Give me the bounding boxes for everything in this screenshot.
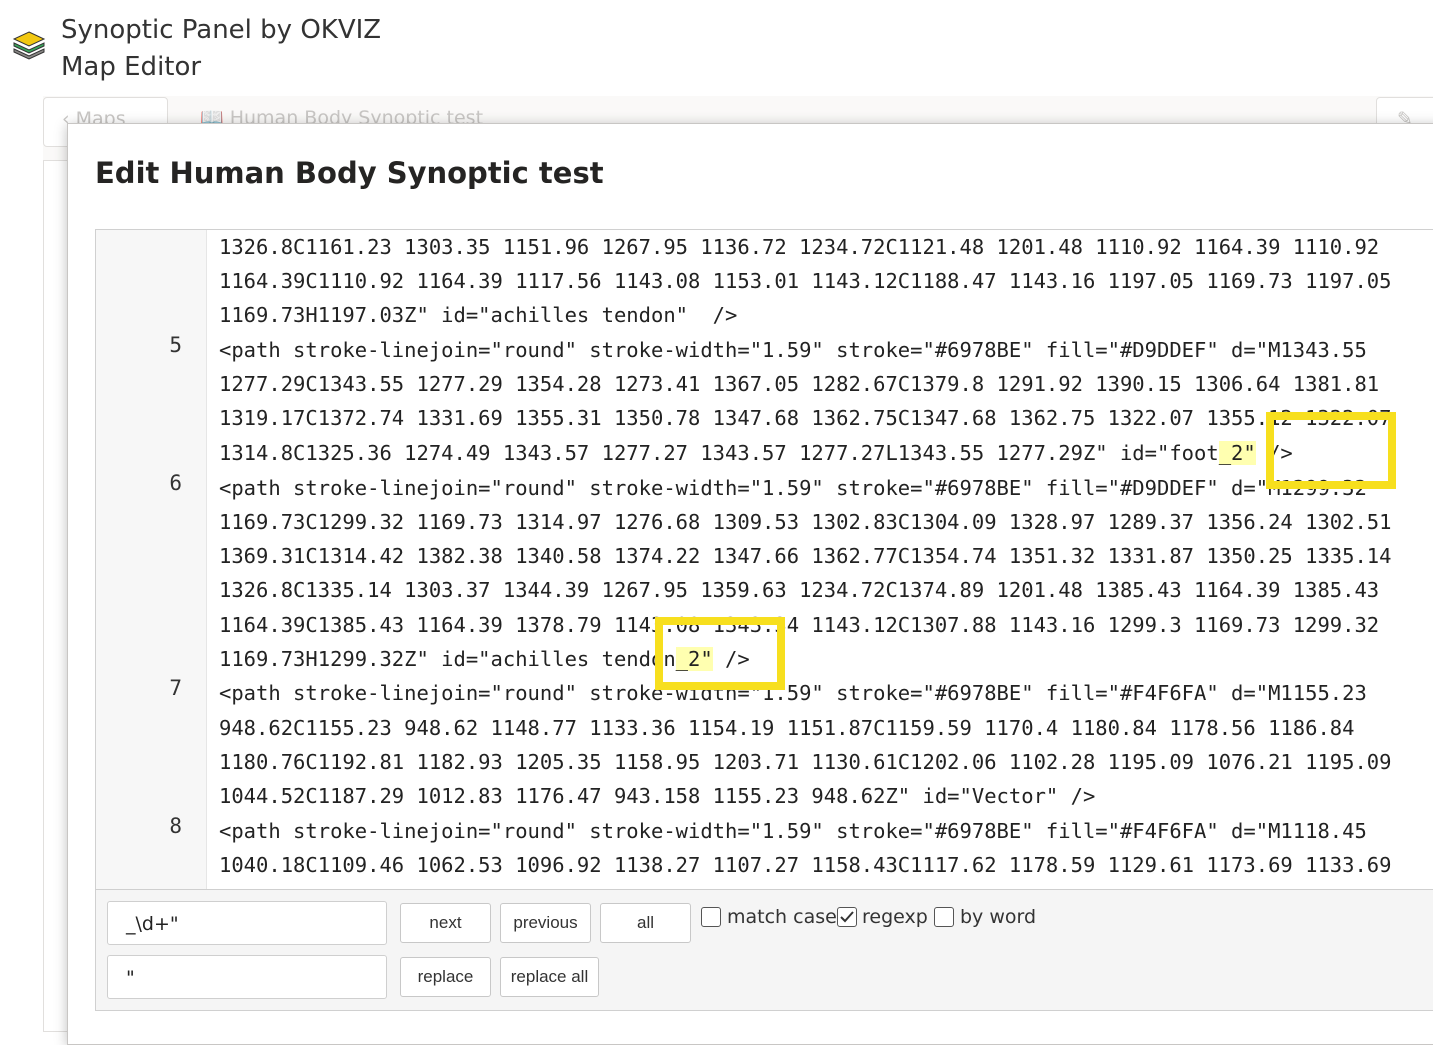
- app-title: Synoptic Panel by OKVIZ Map Editor: [61, 12, 381, 86]
- replace-button[interactable]: replace: [400, 957, 491, 997]
- regexp-checkbox[interactable]: [837, 907, 857, 927]
- code-line: 1169.73H1197.03Z" id="achilles tendon" /…: [219, 303, 738, 327]
- code-line: 1180.76C1192.81 1182.93 1205.35 1158.95 …: [219, 750, 1392, 774]
- code-line: <path stroke-linejoin="round" stroke-wid…: [219, 476, 1367, 500]
- code-line: 1277.29C1343.55 1277.29 1354.28 1273.41 …: [219, 372, 1380, 396]
- find-replace-bar: _\d+" next previous all match case regex…: [95, 889, 1433, 1011]
- code-line: 1044.52C1187.29 1012.83 1176.47 943.158 …: [219, 784, 1096, 808]
- line-number: 6: [169, 471, 182, 495]
- code-line: 1326.8C1161.23 1303.35 1151.96 1267.95 1…: [219, 235, 1380, 259]
- line-number-gutter: 5 6 7 8: [96, 230, 207, 890]
- line-number: 5: [169, 333, 182, 357]
- code-line: 948.62C1155.23 948.62 1148.77 1133.36 11…: [219, 716, 1355, 740]
- left-panel: [43, 160, 69, 1032]
- code-line: 1314.8C1325.36 1274.49 1343.57 1277.27 1…: [219, 436, 1293, 470]
- code-line: <path stroke-linejoin="round" stroke-wid…: [219, 681, 1367, 705]
- by-word-label: by word: [960, 906, 1037, 928]
- code-line: 1164.39C1385.43 1164.39 1378.79 1143.08 …: [219, 613, 1380, 637]
- highlight-box: [1266, 412, 1396, 489]
- checkmark-icon: [840, 911, 854, 923]
- code-text: 1169.73H1299.32Z" id="achilles tendon: [219, 647, 676, 671]
- next-button[interactable]: next: [400, 903, 491, 943]
- edit-map-modal: Edit Human Body Synoptic test 5 6 7 8 13…: [67, 123, 1433, 1045]
- all-button[interactable]: all: [600, 903, 691, 943]
- replace-all-button[interactable]: replace all: [500, 957, 599, 997]
- code-line: 1164.39C1110.92 1164.39 1117.56 1143.08 …: [219, 269, 1392, 293]
- replace-input[interactable]: ": [107, 955, 387, 999]
- layers-logo-icon: [12, 31, 46, 60]
- code-line: 1369.31C1314.42 1382.38 1340.58 1374.22 …: [219, 544, 1392, 568]
- modal-title: Edit Human Body Synoptic test: [95, 156, 604, 190]
- code-line: 1040.18C1109.46 1062.53 1096.92 1138.27 …: [219, 853, 1392, 877]
- match-case-label: match case: [727, 906, 837, 928]
- app-title-line2: Map Editor: [61, 52, 202, 82]
- line-number: 7: [169, 676, 182, 700]
- search-match: _2": [1218, 441, 1256, 465]
- match-case-checkbox[interactable]: [701, 907, 721, 927]
- search-input[interactable]: _\d+": [107, 901, 387, 945]
- highlight-box: [655, 617, 785, 690]
- line-number: 8: [169, 814, 182, 838]
- previous-button[interactable]: previous: [500, 903, 591, 943]
- code-line: 1326.8C1335.14 1303.37 1344.39 1267.95 1…: [219, 578, 1380, 602]
- app-header: Synoptic Panel by OKVIZ Map Editor: [0, 0, 1433, 100]
- code-line: <path stroke-linejoin="round" stroke-wid…: [219, 338, 1367, 362]
- code-line: <path stroke-linejoin="round" stroke-wid…: [219, 819, 1367, 843]
- code-text: 1314.8C1325.36 1274.49 1343.57 1277.27 1…: [219, 441, 1219, 465]
- regexp-label: regexp: [862, 906, 928, 928]
- code-editor[interactable]: 5 6 7 8 1326.8C1161.23 1303.35 1151.96 1…: [95, 229, 1433, 891]
- code-line: 1319.17C1372.74 1331.69 1355.31 1350.78 …: [219, 406, 1392, 430]
- by-word-checkbox[interactable]: [934, 907, 954, 927]
- code-line: 1169.73C1299.32 1169.73 1314.97 1276.68 …: [219, 510, 1392, 534]
- app-title-line1: Synoptic Panel by OKVIZ: [61, 15, 382, 45]
